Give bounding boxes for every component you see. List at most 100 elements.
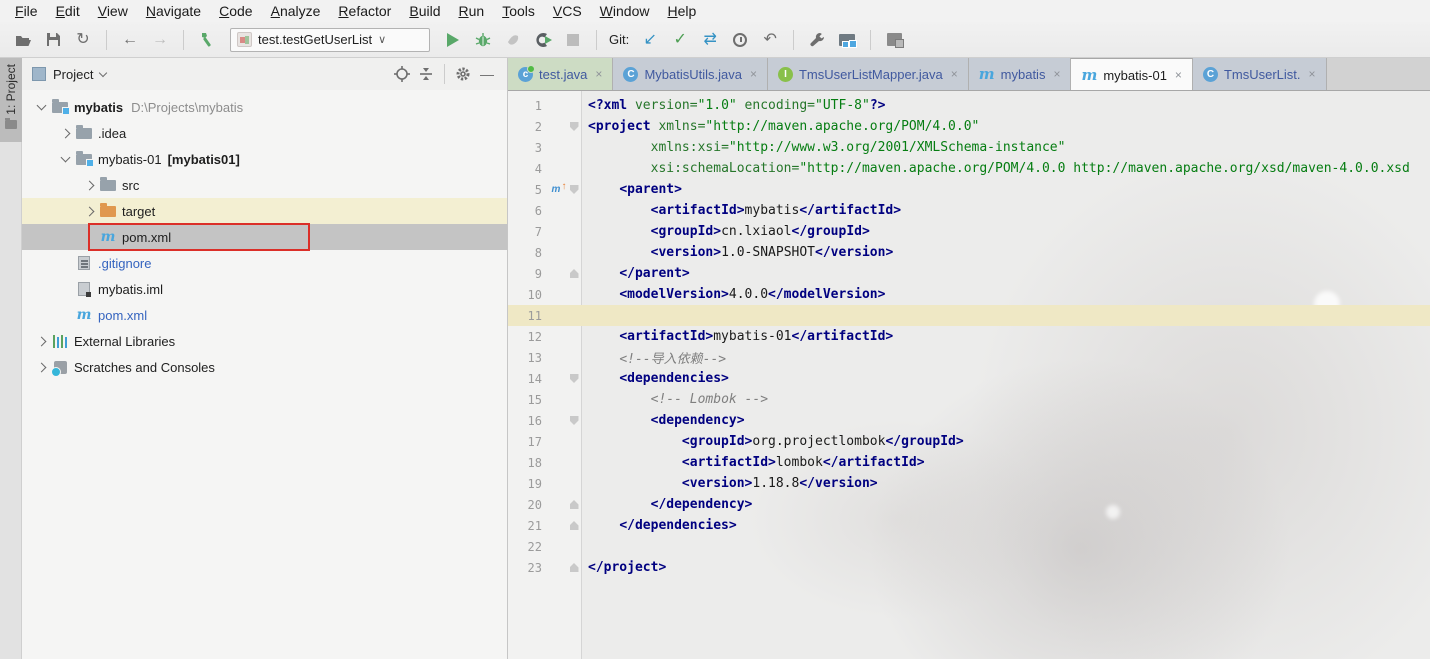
- menu-item-run[interactable]: Run: [449, 2, 493, 20]
- tree-row-gitignore[interactable]: .gitignore: [22, 250, 507, 276]
- project-tool-window-button[interactable]: 1: Project: [0, 58, 22, 142]
- open-folder-icon[interactable]: [10, 27, 36, 53]
- editor-tab-mybatis[interactable]: m mybatis ×: [968, 58, 1072, 90]
- menu-item-view[interactable]: View: [89, 2, 137, 20]
- menu-item-tools[interactable]: Tools: [493, 2, 544, 20]
- run-configuration-select[interactable]: test.testGetUserList ∨: [230, 27, 430, 52]
- close-icon[interactable]: ×: [1175, 68, 1182, 82]
- code-line-23[interactable]: 23 </project>: [508, 557, 1430, 578]
- chevron-down-icon[interactable]: [99, 68, 108, 78]
- menu-item-edit[interactable]: Edit: [47, 2, 89, 20]
- code-line-22[interactable]: 22: [508, 536, 1430, 557]
- tree-row-mybatis[interactable]: mybatis D:\Projects\mybatis: [22, 94, 507, 120]
- tree-row-mybatisiml[interactable]: mybatis.iml: [22, 276, 507, 302]
- code-line-1[interactable]: 1 <?xml version="1.0" encoding="UTF-8"?>: [508, 95, 1430, 116]
- tree-row-pomxml[interactable]: m pom.xml: [22, 223, 507, 251]
- editor-tab-MybatisUtilsjava[interactable]: C MybatisUtils.java ×: [613, 58, 768, 90]
- fold-up-icon[interactable]: [566, 521, 582, 530]
- menu-item-file[interactable]: File: [6, 2, 47, 20]
- git-rollback-icon[interactable]: ↶: [757, 27, 783, 53]
- code-line-13[interactable]: 13 <!--导入依赖-->: [508, 347, 1430, 368]
- tree-row-ExternalLibraries[interactable]: External Libraries: [22, 328, 507, 354]
- git-update-icon[interactable]: ↙: [637, 27, 663, 53]
- close-icon[interactable]: ×: [1053, 67, 1060, 81]
- stop-icon[interactable]: [560, 27, 586, 53]
- code-line-2[interactable]: 2 <project xmlns="http://maven.apache.org…: [508, 116, 1430, 137]
- code-line-7[interactable]: 7 <groupId>cn.lxiaol</groupId>: [508, 221, 1430, 242]
- menu-item-refactor[interactable]: Refactor: [329, 2, 400, 20]
- editor-tab-testjava[interactable]: c test.java ×: [508, 58, 614, 90]
- tree-row-mybatis01[interactable]: mybatis-01 [mybatis01]: [22, 146, 507, 172]
- save-icon[interactable]: [40, 27, 66, 53]
- chevron-collapsed-icon[interactable]: [80, 206, 98, 216]
- debug-bug-icon[interactable]: [470, 27, 496, 53]
- tree-row-ScratchesandConsoles[interactable]: Scratches and Consoles: [22, 354, 507, 380]
- git-commit-check-icon[interactable]: ✓: [667, 27, 693, 53]
- tree-row-pomxml[interactable]: m pom.xml: [22, 302, 507, 328]
- hide-icon[interactable]: —: [475, 62, 499, 86]
- close-icon[interactable]: ×: [1309, 67, 1316, 81]
- run-icon[interactable]: [440, 27, 466, 53]
- code-line-20[interactable]: 20 </dependency>: [508, 494, 1430, 515]
- code-line-8[interactable]: 8 <version>1.0-SNAPSHOT</version>: [508, 242, 1430, 263]
- chevron-collapsed-icon[interactable]: [32, 362, 50, 372]
- editor-tab-mybatis01[interactable]: m mybatis-01 ×: [1071, 58, 1193, 90]
- menu-item-analyze[interactable]: Analyze: [262, 2, 330, 20]
- build-hammer-icon[interactable]: [194, 27, 220, 53]
- collapse-all-icon[interactable]: [414, 62, 438, 86]
- layout-save-icon[interactable]: [881, 27, 907, 53]
- gear-icon[interactable]: [451, 62, 475, 86]
- project-structure-icon[interactable]: [834, 27, 860, 53]
- menu-item-code[interactable]: Code: [210, 2, 261, 20]
- chevron-collapsed-icon[interactable]: [80, 180, 98, 190]
- close-icon[interactable]: ×: [750, 67, 757, 81]
- code-line-10[interactable]: 10 <modelVersion>4.0.0</modelVersion>: [508, 284, 1430, 305]
- back-icon[interactable]: ←: [117, 27, 143, 53]
- code-line-15[interactable]: 15 <!-- Lombok -->: [508, 389, 1430, 410]
- menu-item-help[interactable]: Help: [658, 2, 705, 20]
- tree-row-target[interactable]: target: [22, 198, 507, 224]
- chevron-collapsed-icon[interactable]: [56, 128, 74, 138]
- editor-tab-TmsUserListMapperjava[interactable]: I TmsUserListMapper.java ×: [767, 58, 969, 90]
- fold-up-icon[interactable]: [566, 563, 582, 572]
- git-merge-icon[interactable]: ⇄: [697, 27, 723, 53]
- code-line-14[interactable]: 14 <dependencies>: [508, 368, 1430, 389]
- code-line-12[interactable]: 12 <artifactId>mybatis-01</artifactId>: [508, 326, 1430, 347]
- editor-tab-TmsUserList[interactable]: C TmsUserList. ×: [1192, 58, 1327, 90]
- menu-item-window[interactable]: Window: [591, 2, 659, 20]
- code-line-5[interactable]: 5m <parent>: [508, 179, 1430, 200]
- tree-row-src[interactable]: src: [22, 172, 507, 198]
- menu-item-navigate[interactable]: Navigate: [137, 2, 210, 20]
- sync-icon[interactable]: ↻: [70, 27, 96, 53]
- code-line-16[interactable]: 16 <dependency>: [508, 410, 1430, 431]
- fold-down-icon[interactable]: [566, 416, 582, 425]
- profiler-icon[interactable]: [530, 27, 556, 53]
- locate-icon[interactable]: [390, 62, 414, 86]
- code-line-4[interactable]: 4 xsi:schemaLocation="http://maven.apach…: [508, 158, 1430, 179]
- code-line-3[interactable]: 3 xmlns:xsi="http://www.w3.org/2001/XMLS…: [508, 137, 1430, 158]
- fold-down-icon[interactable]: [566, 122, 582, 131]
- forward-icon[interactable]: →: [147, 27, 173, 53]
- code-line-21[interactable]: 21 </dependencies>: [508, 515, 1430, 536]
- code-line-11[interactable]: 11: [508, 305, 1430, 326]
- fold-up-icon[interactable]: [566, 500, 582, 509]
- wrench-icon[interactable]: [804, 27, 830, 53]
- menu-item-vcs[interactable]: VCS: [544, 2, 591, 20]
- chevron-expanded-icon[interactable]: [32, 100, 50, 111]
- coverage-icon[interactable]: [500, 27, 526, 53]
- fold-up-icon[interactable]: [566, 269, 582, 278]
- git-history-clock-icon[interactable]: [727, 27, 753, 53]
- chevron-expanded-icon[interactable]: [56, 152, 74, 163]
- tree-row-idea[interactable]: .idea: [22, 120, 507, 146]
- code-line-18[interactable]: 18 <artifactId>lombok</artifactId>: [508, 452, 1430, 473]
- chevron-collapsed-icon[interactable]: [32, 336, 50, 346]
- close-icon[interactable]: ×: [951, 67, 958, 81]
- code-line-17[interactable]: 17 <groupId>org.projectlombok</groupId>: [508, 431, 1430, 452]
- code-line-9[interactable]: 9 </parent>: [508, 263, 1430, 284]
- code-line-19[interactable]: 19 <version>1.18.8</version>: [508, 473, 1430, 494]
- menu-item-build[interactable]: Build: [400, 2, 449, 20]
- fold-down-icon[interactable]: [566, 374, 582, 383]
- code-area[interactable]: 1 <?xml version="1.0" encoding="UTF-8"?> 2…: [508, 91, 1430, 659]
- code-line-6[interactable]: 6 <artifactId>mybatis</artifactId>: [508, 200, 1430, 221]
- close-icon[interactable]: ×: [595, 67, 602, 81]
